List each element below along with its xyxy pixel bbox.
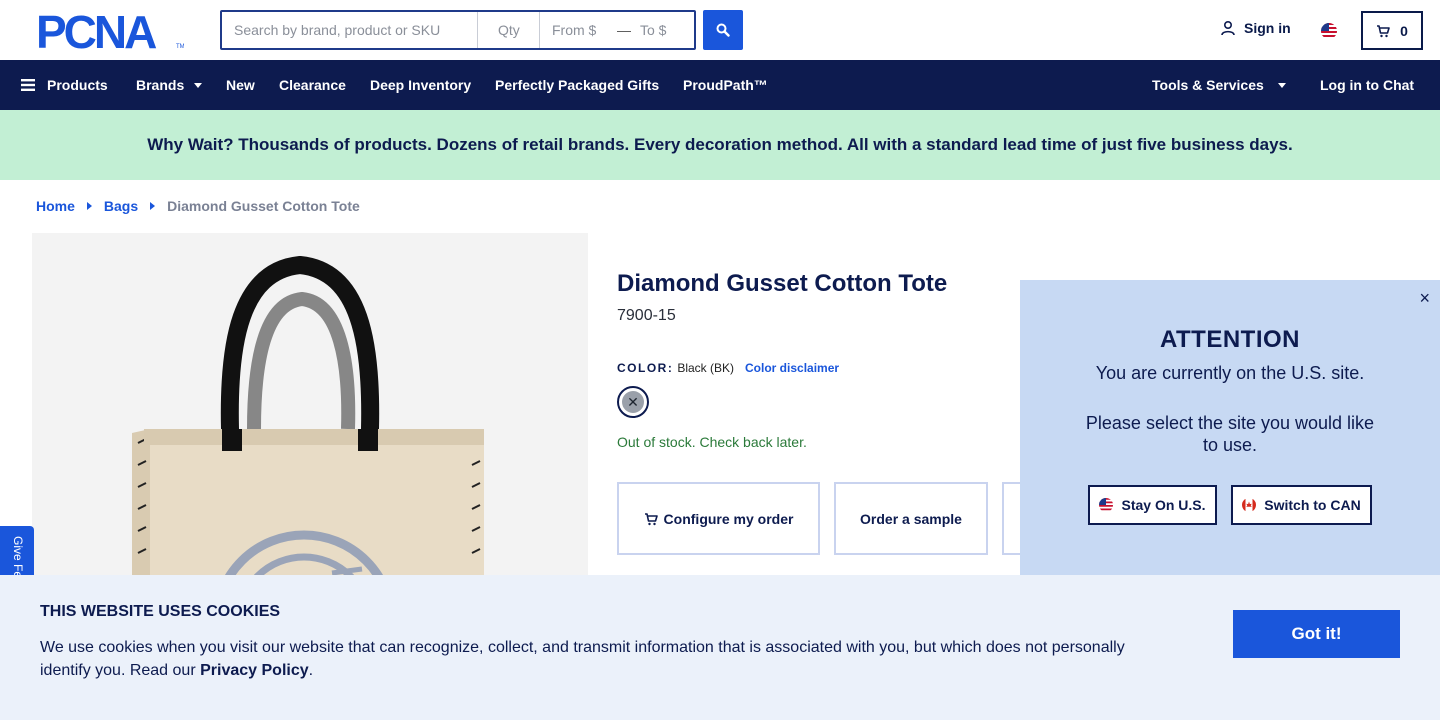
nav-clearance-label: Clearance <box>279 77 346 93</box>
attention-instruction: Please select the site you would like to… <box>1085 413 1375 455</box>
nav-brands-label: Brands <box>136 77 185 93</box>
nav-products[interactable]: Products <box>21 60 108 110</box>
user-icon <box>1221 20 1235 36</box>
sign-in-link[interactable]: Sign in <box>1220 20 1291 36</box>
cart-button[interactable]: 0 <box>1361 11 1423 50</box>
search-icon <box>716 23 730 37</box>
attention-current-site: You are currently on the U.S. site. <box>1095 363 1365 383</box>
cart-count: 0 <box>1400 22 1408 39</box>
site-selector-modal: × ATTENTION You are currently on the U.S… <box>1020 280 1440 580</box>
hamburger-icon <box>21 79 35 91</box>
breadcrumb-home[interactable]: Home <box>36 198 75 214</box>
order-sample-label: Order a sample <box>860 510 962 527</box>
product-sku: 7900-15 <box>617 307 676 324</box>
nav-gifts-label: Perfectly Packaged Gifts <box>495 77 660 93</box>
stay-us-button[interactable]: Stay On U.S. <box>1088 485 1217 525</box>
pcna-logo[interactable]: PCNA TM <box>36 6 185 58</box>
qty-input[interactable] <box>478 12 540 48</box>
chevron-down-icon <box>1277 82 1286 88</box>
main-nav: Products Brands New Clearance Deep Inven… <box>0 60 1440 110</box>
cart-icon <box>644 512 658 525</box>
nav-login-chat[interactable]: Log in to Chat <box>1320 60 1414 110</box>
switch-can-button[interactable]: Switch to CAN <box>1231 485 1372 525</box>
promo-banner-text: Why Wait? Thousands of products. Dozens … <box>147 135 1293 154</box>
swatch-unavailable-icon: ✕ <box>622 391 644 413</box>
nav-chat-label: Log in to Chat <box>1320 77 1415 93</box>
promo-banner: Why Wait? Thousands of products. Dozens … <box>0 110 1440 180</box>
color-disclaimer-link[interactable]: Color disclaimer <box>745 361 839 375</box>
color-swatch-black[interactable]: ✕ <box>617 386 649 418</box>
nav-tools-services[interactable]: Tools & Services <box>1152 60 1286 110</box>
nav-clearance[interactable]: Clearance <box>279 60 346 110</box>
privacy-policy-link[interactable]: Privacy Policy <box>200 662 309 679</box>
nav-deep-inventory-label: Deep Inventory <box>370 77 472 93</box>
color-label: COLOR: <box>617 361 674 375</box>
sign-in-label: Sign in <box>1244 20 1291 36</box>
configure-order-label: Configure my order <box>663 510 794 527</box>
price-range-dash: — <box>617 22 631 38</box>
price-to-input[interactable] <box>634 12 694 48</box>
us-flag-icon <box>1099 498 1114 512</box>
product-title: Diamond Gusset Cotton Tote <box>617 270 948 297</box>
attention-title: ATTENTION <box>1159 326 1301 353</box>
cookie-banner: THIS WEBSITE USES COOKIES We use cookies… <box>0 575 1440 720</box>
breadcrumb-separator-icon <box>86 202 92 210</box>
configure-order-button[interactable]: Configure my order <box>617 482 820 555</box>
svg-text:TM: TM <box>176 44 184 50</box>
cookie-text: We use cookies when you visit our websit… <box>40 636 1160 682</box>
close-icon[interactable]: × <box>1419 288 1430 309</box>
breadcrumb-current: Diamond Gusset Cotton Tote <box>167 198 360 214</box>
site-header: PCNA TM — Sign in <box>0 0 1440 60</box>
nav-products-label: Products <box>47 77 108 93</box>
order-sample-button[interactable]: Order a sample <box>834 482 988 555</box>
nav-new[interactable]: New <box>226 60 255 110</box>
cookie-title: THIS WEBSITE USES COOKIES <box>40 603 281 620</box>
search-input[interactable] <box>222 12 478 48</box>
nav-new-label: New <box>226 77 255 93</box>
breadcrumb-bags[interactable]: Bags <box>104 198 138 214</box>
got-it-button[interactable]: Got it! <box>1233 610 1400 658</box>
us-flag-icon[interactable] <box>1321 23 1337 39</box>
nav-gifts[interactable]: Perfectly Packaged Gifts <box>495 60 659 110</box>
search-button[interactable] <box>703 10 743 50</box>
nav-proudpath-label: ProudPath™ <box>683 77 768 93</box>
search-bar: — <box>220 10 696 50</box>
color-row: COLOR: Black (BK) Color disclaimer <box>617 361 839 375</box>
cart-icon <box>1377 24 1390 37</box>
nav-tools-label: Tools & Services <box>1152 77 1264 93</box>
nav-proudpath[interactable]: ProudPath™ <box>683 60 768 110</box>
cookie-period: . <box>308 662 314 679</box>
stay-us-label: Stay On U.S. <box>1121 497 1206 513</box>
chevron-down-icon <box>194 82 203 88</box>
color-value: Black (BK) <box>677 361 735 375</box>
canada-flag-icon <box>1242 498 1257 512</box>
svg-text:PCNA: PCNA <box>36 10 156 52</box>
nav-brands[interactable]: Brands <box>136 60 203 110</box>
breadcrumb-separator-icon <box>150 202 156 210</box>
switch-can-label: Switch to CAN <box>1264 497 1361 513</box>
breadcrumb: Home Bags Diamond Gusset Cotton Tote <box>36 198 360 214</box>
nav-deep-inventory[interactable]: Deep Inventory <box>370 60 471 110</box>
price-from-input[interactable] <box>540 12 614 48</box>
stock-status: Out of stock. Check back later. <box>617 434 807 450</box>
